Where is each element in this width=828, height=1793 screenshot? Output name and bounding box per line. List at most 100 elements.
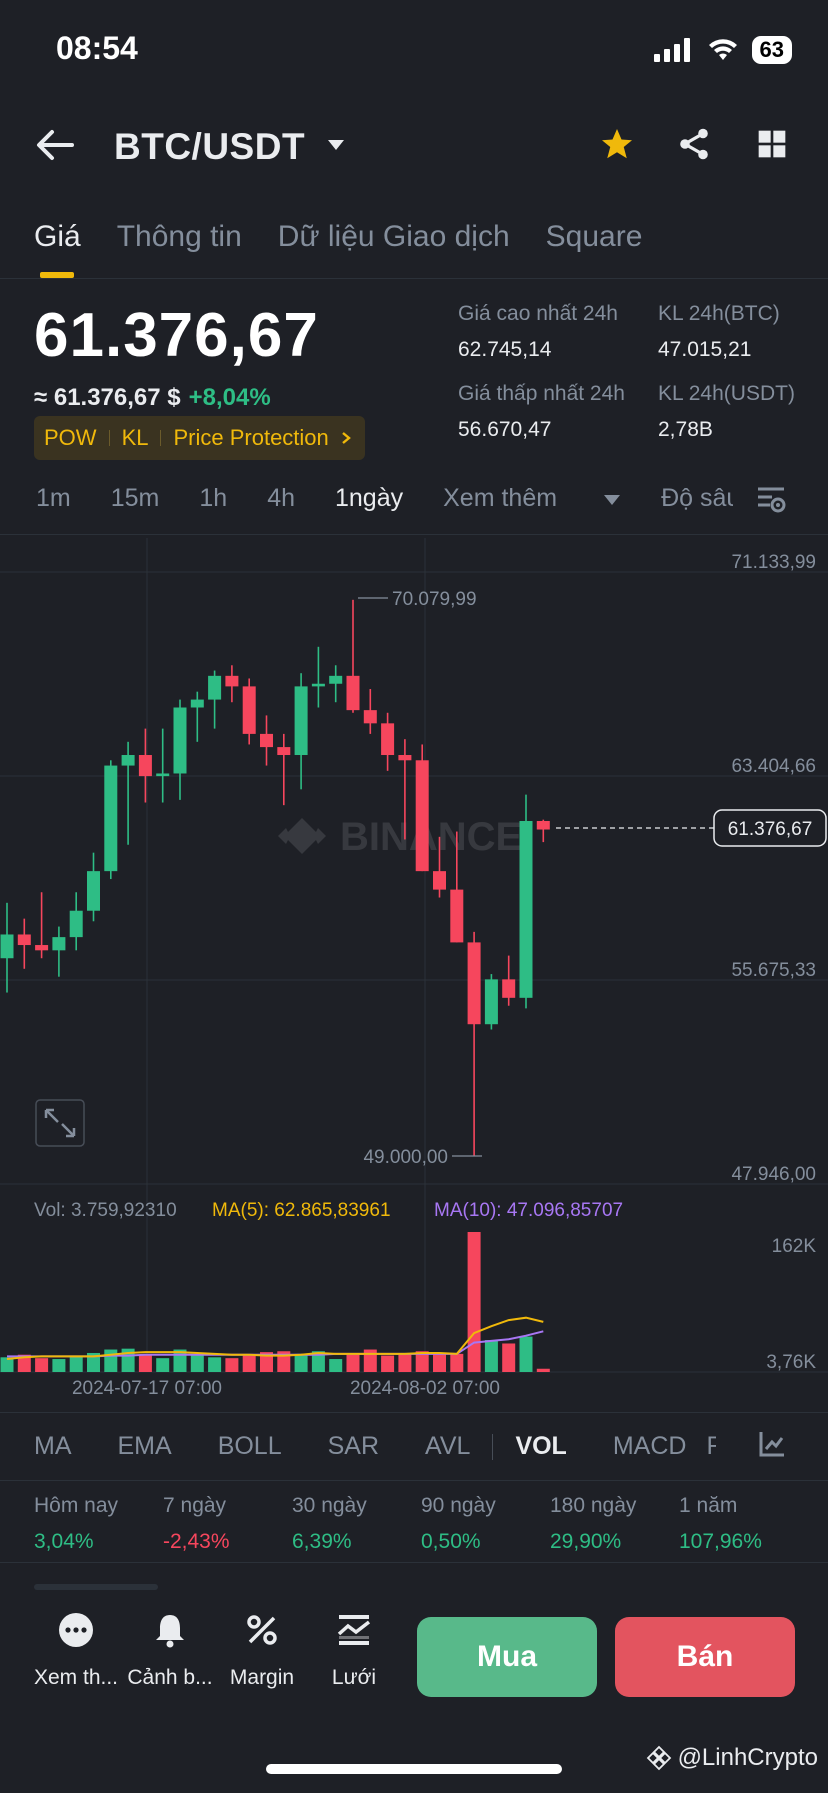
indicator-vol[interactable]: VOL — [515, 1432, 566, 1461]
perf-label: 180 ngày — [550, 1494, 637, 1517]
perf-label: 7 ngày — [163, 1494, 227, 1517]
volume-bar — [52, 1359, 66, 1372]
candle-body — [467, 942, 481, 1025]
interval-more[interactable]: Xem thêm — [443, 484, 621, 513]
candle-body — [450, 889, 464, 943]
divider — [0, 278, 828, 279]
high-24h-value: 62.745,14 — [458, 338, 552, 361]
tag-kl[interactable]: KL — [122, 425, 149, 451]
candle-body — [208, 675, 222, 700]
interval-1d[interactable]: 1ngày — [335, 484, 403, 513]
caret-down-icon[interactable] — [326, 138, 346, 152]
nav-more[interactable]: Xem th... — [30, 1612, 122, 1690]
low-24h-label: Giá thấp nhất 24h — [458, 382, 625, 405]
date-label-1: 2024-07-17 07:00 — [72, 1378, 222, 1399]
candle-body — [121, 755, 135, 766]
interval-1m[interactable]: 1m — [36, 484, 71, 513]
perf-value: 29,90% — [550, 1530, 622, 1553]
candlestick-chart[interactable]: BINANCE 71.133,99 63.404,66 55.675,33 47… — [0, 538, 828, 1408]
date-label-2: 2024-08-02 07:00 — [350, 1378, 500, 1399]
candle-body — [502, 979, 516, 998]
indicator-boll[interactable]: BOLL — [218, 1432, 282, 1461]
candle-body — [156, 773, 170, 777]
nav-grid[interactable]: Lưới — [308, 1612, 400, 1690]
tag-bar[interactable]: POW KL Price Protection — [34, 416, 365, 460]
indicator-bar: MA EMA BOLL SAR AVL VOL MACD R — [34, 1432, 716, 1461]
indicator-settings-icon[interactable] — [758, 1430, 786, 1458]
volume-bar — [35, 1358, 49, 1372]
caret-down-icon — [604, 495, 621, 505]
tab-price[interactable]: Giá — [34, 220, 81, 254]
candle-body — [0, 934, 14, 959]
volume-bar — [346, 1354, 360, 1372]
candle-body — [260, 733, 273, 748]
vol-btc-label: KL 24h(BTC) — [658, 302, 780, 325]
divider — [0, 534, 828, 535]
grid-bot-icon — [337, 1615, 371, 1645]
status-time: 08:54 — [56, 30, 138, 66]
battery-icon: 63 — [751, 36, 792, 64]
perf-1y: 1 năm 107,96% — [679, 1494, 808, 1554]
tab-bar: Giá Thông tin Dữ liệu Giao dịch Square — [34, 220, 642, 254]
candle-body — [294, 686, 308, 756]
buy-button[interactable]: Mua — [417, 1617, 597, 1697]
candles-group — [0, 599, 550, 1157]
perf-180d: 180 ngày 29,90% — [550, 1494, 679, 1554]
fullscreen-icon[interactable] — [35, 1099, 85, 1147]
indicator-sar[interactable]: SAR — [328, 1432, 379, 1461]
nav-label: Lưới — [331, 1666, 377, 1689]
vol-usdt-label: KL 24h(USDT) — [658, 382, 795, 405]
candle-body — [536, 820, 550, 830]
high-24h-label: Giá cao nhất 24h — [458, 302, 618, 325]
price-tick-3: 55.675,33 — [731, 960, 816, 981]
indicator-more[interactable]: R — [706, 1432, 716, 1461]
volume-bar — [433, 1352, 446, 1372]
share-icon[interactable] — [676, 126, 712, 162]
status-icons: 63 — [653, 36, 792, 64]
price-tick-2: 63.404,66 — [731, 756, 816, 777]
tab-square[interactable]: Square — [546, 220, 643, 254]
perf-value: 6,39% — [292, 1530, 352, 1553]
perf-value: 107,96% — [679, 1530, 762, 1553]
tag-price-protection[interactable]: Price Protection — [173, 425, 328, 451]
chart-settings-icon[interactable] — [756, 486, 786, 514]
indicator-ma[interactable]: MA — [34, 1432, 72, 1461]
tag-separator — [108, 430, 110, 446]
interval-15m[interactable]: 15m — [111, 484, 160, 513]
volume-bar — [381, 1355, 395, 1372]
volume-bar — [450, 1353, 464, 1372]
star-icon[interactable] — [598, 126, 636, 162]
indicator-ema[interactable]: EMA — [118, 1432, 172, 1461]
indicator-macd[interactable]: MACD — [613, 1432, 687, 1461]
perf-value: -2,43% — [163, 1530, 230, 1553]
vol-ma10-line — [7, 1330, 544, 1358]
nav-margin[interactable]: Margin — [216, 1612, 308, 1690]
home-indicator[interactable] — [266, 1764, 562, 1774]
tab-info[interactable]: Thông tin — [117, 220, 242, 254]
binance-logo-watermark — [278, 818, 326, 854]
interval-1h[interactable]: 1h — [199, 484, 227, 513]
candle-body — [87, 871, 100, 911]
nav-label: Cảnh b... — [127, 1666, 213, 1689]
last-price: 61.376,67 — [34, 301, 319, 370]
bell-icon — [156, 1615, 184, 1648]
interval-4h[interactable]: 4h — [267, 484, 295, 513]
vol-ma5-legend: MA(5): 62.865,83961 — [212, 1200, 391, 1221]
candle-body — [35, 945, 49, 951]
perf-label: Hôm nay — [34, 1494, 119, 1517]
wifi-icon — [708, 39, 737, 60]
tag-pow[interactable]: POW — [44, 425, 97, 451]
interval-depth[interactable]: Độ sâu — [661, 484, 733, 513]
volume-bar — [138, 1354, 152, 1372]
volume-bar — [484, 1340, 498, 1372]
volume-bar — [104, 1349, 118, 1372]
candle-body — [52, 937, 66, 951]
grid-layout-icon[interactable] — [756, 128, 788, 160]
nav-alert[interactable]: Cảnh b... — [124, 1612, 216, 1690]
tab-trading-data[interactable]: Dữ liệu Giao dịch — [278, 220, 510, 254]
candle-body — [190, 699, 204, 708]
pair-title[interactable]: BTC/USDT — [114, 126, 305, 168]
indicator-avl[interactable]: AVL — [425, 1432, 470, 1461]
sell-button[interactable]: Bán — [615, 1617, 795, 1697]
back-arrow-icon[interactable] — [36, 128, 74, 162]
